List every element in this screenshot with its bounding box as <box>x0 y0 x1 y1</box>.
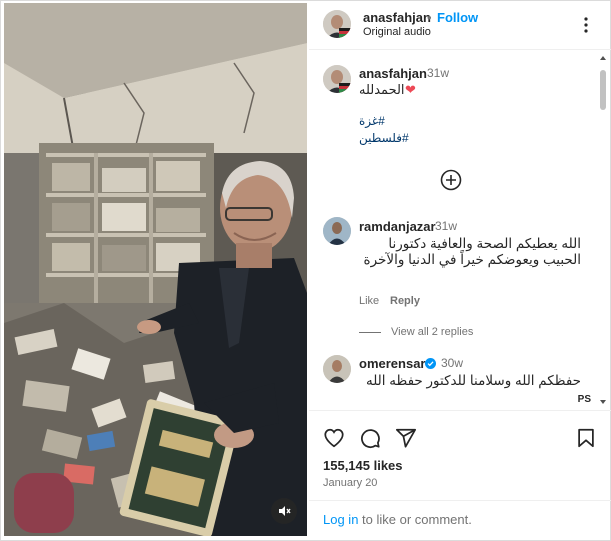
caption-time[interactable]: 31w <box>427 66 449 80</box>
more-horizontal-icon[interactable] <box>579 16 593 34</box>
login-prompt-text: to like or comment. <box>358 512 472 527</box>
replies-divider <box>359 331 381 333</box>
post-video[interactable] <box>4 3 307 536</box>
commenter-username[interactable]: ramdanjazar <box>359 219 436 234</box>
heart-emoji: ❤ <box>405 82 416 97</box>
avatar-image <box>323 10 351 38</box>
verified-badge-icon <box>425 358 436 369</box>
caption-username[interactable]: anasfahjan <box>359 66 427 81</box>
avatar-image <box>323 355 351 383</box>
commenter-username[interactable]: omerensar <box>359 356 425 371</box>
login-footer: Log in to like or comment. <box>309 500 611 541</box>
post-date[interactable]: January 20 <box>323 477 377 489</box>
comments-section[interactable]: anasfahjan 31w الحمدلله ❤ #غزة #فلسطين r… <box>309 51 611 409</box>
commenter-avatar[interactable] <box>323 217 351 245</box>
likes-count[interactable]: 155,145 likes <box>323 458 403 473</box>
view-replies-label: View all 2 replies <box>391 326 474 338</box>
comment-time[interactable]: 30w <box>441 356 463 370</box>
scroll-down-icon[interactable] <box>599 398 607 406</box>
commenter-avatar[interactable] <box>323 355 351 383</box>
post-actions: 155,145 likes January 20 <box>309 410 611 510</box>
mute-button[interactable] <box>271 498 297 524</box>
scroll-up-icon[interactable] <box>599 54 607 62</box>
share-icon[interactable] <box>395 427 417 449</box>
caption-avatar[interactable] <box>323 65 351 93</box>
post-header: anasfahjan • Follow Original audio <box>309 0 611 50</box>
header-separator: • <box>427 10 432 25</box>
scroll-thumb[interactable] <box>600 70 606 110</box>
follow-button[interactable]: Follow <box>437 10 478 25</box>
login-link[interactable]: Log in <box>323 512 358 527</box>
audio-label[interactable]: Original audio <box>363 26 431 38</box>
comment-text: حفظكم الله وسلامنا للدكتور حفظه الله <box>365 373 581 388</box>
caption-text: الحمدلله <box>359 82 405 97</box>
avatar-image <box>323 65 351 93</box>
view-replies-link[interactable]: View all 2 replies <box>359 326 473 338</box>
avatar-image <box>323 217 351 245</box>
heart-icon[interactable] <box>323 427 345 449</box>
author-avatar[interactable] <box>323 10 351 38</box>
bookmark-icon[interactable] <box>575 427 597 449</box>
comment-tag: PS <box>577 394 591 405</box>
hashtag-link[interactable]: #فلسطين <box>359 131 409 145</box>
comment-time[interactable]: 31w <box>435 219 457 233</box>
comment-reply-link[interactable]: Reply <box>390 295 420 307</box>
comments-scrollbar[interactable] <box>598 52 608 408</box>
login-prompt: Log in to like or comment. <box>323 512 472 527</box>
hashtag-link[interactable]: #غزة <box>359 114 385 128</box>
plus-circle-icon[interactable] <box>440 169 462 191</box>
video-frame <box>4 3 307 536</box>
comment-icon[interactable] <box>359 427 381 449</box>
comment-text: الله يعطيكم الصحة والعافية دكتورنا الحبي… <box>363 236 581 267</box>
post-panel: anasfahjan • Follow Original audio anasf… <box>309 0 611 541</box>
muted-speaker-icon <box>279 506 291 516</box>
author-username[interactable]: anasfahjan <box>363 10 431 25</box>
comment-like-link[interactable]: Like <box>359 295 379 307</box>
